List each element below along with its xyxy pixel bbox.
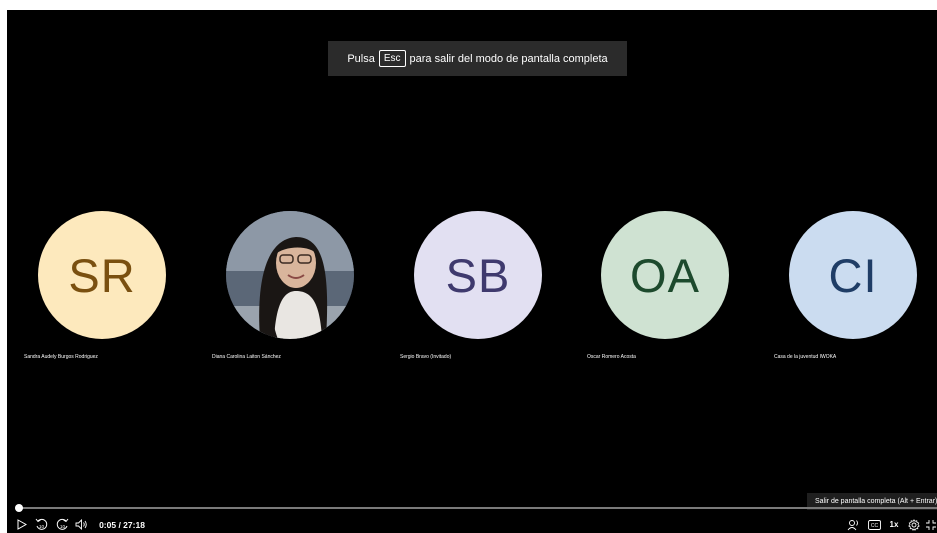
hint-text-after: para salir del modo de pantalla completa (409, 52, 608, 65)
rewind-10-icon: 10 (35, 518, 48, 530)
seek-bar[interactable] (14, 504, 937, 512)
player-controls: 10 10 0:05 / 27:18 CC 1x (7, 516, 937, 533)
volume-button[interactable] (75, 516, 88, 533)
participant-tile: CI (789, 211, 919, 339)
avatar-initials: SB (445, 248, 511, 302)
forward-10-icon: 10 (56, 518, 69, 530)
participant-name: Casa de la juventud IWOKA (774, 354, 837, 360)
hint-text-before: Pulsa (347, 52, 375, 65)
forward-10-button[interactable]: 10 (56, 516, 69, 533)
play-button[interactable] (16, 516, 28, 533)
captions-icon: CC (867, 519, 881, 530)
participant-tile (226, 211, 356, 339)
captions-button[interactable]: CC (867, 516, 881, 533)
captions-label: CC (870, 523, 878, 529)
esc-key: Esc (378, 50, 406, 67)
settings-icon (907, 518, 920, 531)
transcript-button[interactable] (847, 516, 860, 533)
time-display: 0:05 / 27:18 (99, 519, 145, 530)
participant-tile: SR (38, 211, 168, 339)
exit-fullscreen-button[interactable] (925, 516, 937, 533)
participant-name: Sandra Audely Burgos Rodriguez (24, 354, 98, 360)
avatar: SR (38, 211, 166, 339)
participant-name: Diana Carolina Laiton Sánchez (212, 354, 281, 360)
avatar: SB (414, 211, 542, 339)
volume-icon (75, 519, 87, 530)
profile-photo (226, 211, 354, 339)
fullscreen-exit-hint: Pulsa Esc para salir del modo de pantall… (328, 41, 627, 76)
rewind-10-button[interactable]: 10 (35, 516, 48, 533)
seek-bar-thumb[interactable] (14, 504, 23, 512)
exit-fullscreen-icon (926, 519, 936, 530)
rewind-10-label: 10 (39, 524, 45, 529)
avatar-photo (226, 211, 354, 339)
participant-tile: OA (601, 211, 731, 339)
transcript-icon (847, 519, 858, 530)
video-stage[interactable]: Pulsa Esc para salir del modo de pantall… (7, 10, 937, 533)
forward-10-label: 10 (60, 524, 66, 529)
play-icon (17, 519, 27, 530)
avatar-initials: CI (828, 248, 878, 302)
participant-name: Oscar Romero Acosta (587, 354, 636, 360)
participant-name: Sergio Bravo (Invitado) (400, 354, 452, 360)
avatar: OA (601, 211, 729, 339)
participant-tile: SB (414, 211, 544, 339)
avatar-initials: SR (68, 248, 136, 302)
playback-speed-button[interactable]: 1x (887, 516, 901, 533)
avatar: CI (789, 211, 917, 339)
avatar-initials: OA (630, 248, 700, 302)
settings-button[interactable] (907, 516, 920, 533)
